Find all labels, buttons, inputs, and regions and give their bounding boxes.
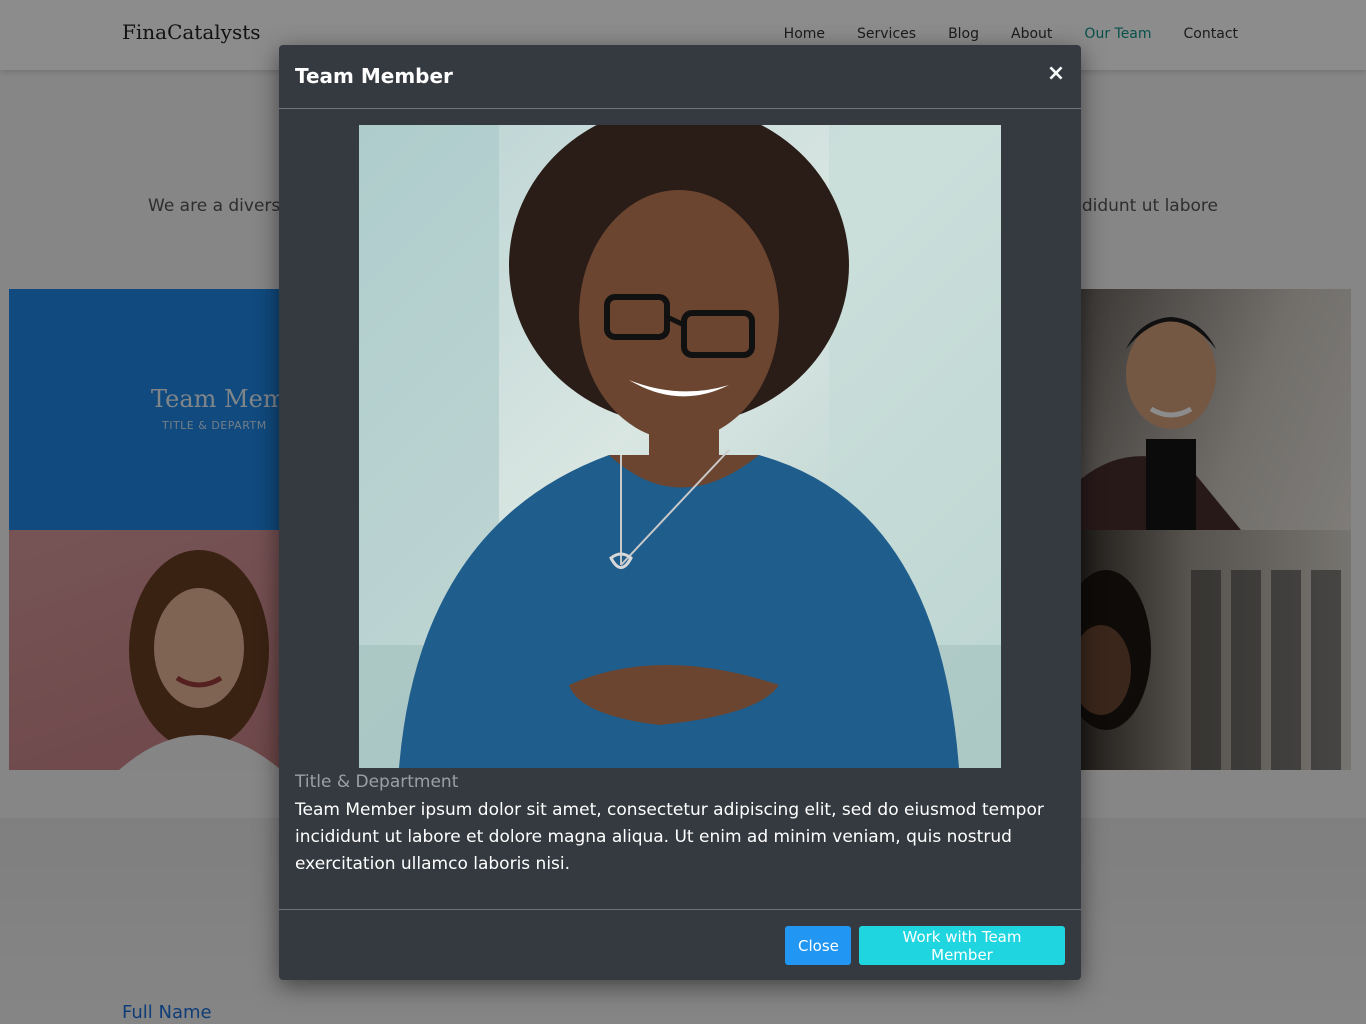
team-member-photo <box>359 125 1001 768</box>
member-bio: Team Member ipsum dolor sit amet, consec… <box>295 800 1044 874</box>
member-department: Title & Department <box>295 772 459 792</box>
modal-footer: Close Work with Team Member <box>279 909 1081 980</box>
work-with-team-member-button[interactable]: Work with Team Member <box>859 926 1065 965</box>
close-icon[interactable]: × <box>1045 63 1067 85</box>
modal-header: Team Member × <box>279 45 1081 109</box>
team-member-modal: Team Member × Title & Department Team Me… <box>279 45 1081 980</box>
portrait-illustration <box>359 125 1001 768</box>
modal-title: Team Member <box>295 64 453 88</box>
close-button[interactable]: Close <box>785 926 851 965</box>
